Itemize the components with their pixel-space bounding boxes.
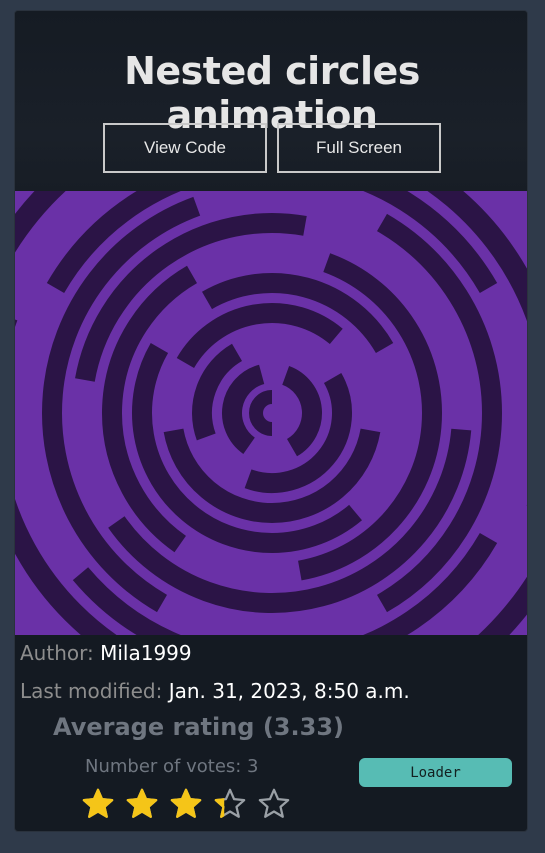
- nested-circles-animation: [15, 191, 527, 635]
- modified-date: Jan. 31, 2023, 8:50 a.m.: [168, 679, 410, 703]
- star-4-icon[interactable]: [213, 787, 247, 821]
- full-screen-button[interactable]: Full Screen: [277, 123, 441, 173]
- average-rating: Average rating (3.33): [53, 713, 344, 741]
- modified-label: Last modified:: [20, 679, 163, 703]
- star-5-icon[interactable]: [257, 787, 291, 821]
- project-card: Nested circles animation View Code Full …: [14, 10, 528, 832]
- star-3-icon[interactable]: [169, 787, 203, 821]
- project-title: Nested circles animation: [124, 49, 420, 137]
- view-code-button[interactable]: View Code: [103, 123, 267, 173]
- star-2-icon[interactable]: [125, 787, 159, 821]
- vote-count: Number of votes: 3: [85, 756, 259, 777]
- star-1-icon[interactable]: [81, 787, 115, 821]
- author-label: Author:: [20, 641, 94, 665]
- author-name[interactable]: Mila1999: [100, 641, 192, 665]
- animation-preview[interactable]: [15, 191, 527, 635]
- modified-row: Last modified: Jan. 31, 2023, 8:50 a.m.: [20, 679, 410, 703]
- loader-tag-button[interactable]: Loader: [359, 758, 512, 787]
- card-header: Nested circles animation View Code Full …: [15, 11, 527, 191]
- author-row: Author: Mila1999: [20, 641, 192, 665]
- preview-background: [15, 191, 527, 635]
- star-rating[interactable]: [81, 787, 301, 823]
